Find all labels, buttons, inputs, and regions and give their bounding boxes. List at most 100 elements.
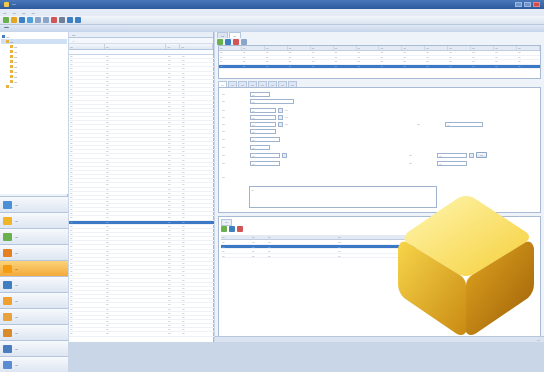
table-row[interactable]: — — — —: [69, 332, 214, 337]
column-header[interactable]: —: [517, 46, 540, 50]
column-header[interactable]: —: [402, 46, 426, 50]
field-input[interactable]: —: [250, 91, 270, 97]
app-window: — — — — — — — — — — — — — — — — — — — — — — — — — — — — — — — — —…: [0, 0, 544, 372]
column-header[interactable]: —: [265, 46, 288, 50]
help-icon[interactable]: [75, 17, 81, 23]
table-cell: —: [182, 307, 185, 311]
field-input[interactable]: —: [250, 98, 294, 104]
history-tab[interactable]: —: [221, 219, 232, 226]
delete-icon[interactable]: [237, 226, 243, 232]
column-header[interactable]: —: [288, 46, 311, 50]
form-row-3: — — —: [222, 107, 288, 113]
delete-record-icon[interactable]: [233, 38, 239, 45]
tree-item-label: —: [10, 84, 14, 89]
lookup-button[interactable]: [278, 121, 283, 127]
table-cell: —: [168, 92, 171, 96]
table-cell: —: [168, 303, 171, 307]
column-header[interactable]: —: [242, 46, 265, 50]
refresh-record-icon[interactable]: [241, 38, 247, 45]
field-input[interactable]: —: [250, 114, 276, 120]
table-cell: —: [182, 212, 185, 216]
nav-button[interactable]: —: [0, 196, 68, 212]
add-icon[interactable]: [221, 226, 227, 232]
table-cell: —: [182, 55, 185, 58]
table-cell: —: [168, 83, 171, 87]
nav-button[interactable]: —: [0, 244, 68, 260]
detail-tab[interactable]: —: [217, 32, 229, 38]
lookup-button[interactable]: [278, 107, 283, 113]
field-input[interactable]: —: [250, 136, 280, 142]
table-cell: —: [106, 253, 109, 257]
column-header[interactable]: —: [379, 46, 403, 50]
column-header[interactable]: —: [494, 46, 517, 50]
nav-button[interactable]: —: [0, 292, 68, 308]
calendar-icon[interactable]: [469, 152, 474, 158]
field-input[interactable]: —: [437, 160, 467, 166]
column-header[interactable]: —: [311, 46, 334, 50]
column-header[interactable]: —: [357, 46, 380, 50]
column-header[interactable]: —: [425, 46, 449, 50]
table-cell: —: [70, 320, 73, 323]
date-input[interactable]: —: [250, 152, 280, 158]
nav-button[interactable]: —: [0, 356, 68, 372]
field-input[interactable]: —: [250, 107, 276, 113]
table-cell: —: [70, 92, 73, 96]
save-record-icon[interactable]: [225, 38, 231, 45]
detail-tab[interactable]: —: [229, 32, 241, 38]
nav-button[interactable]: —: [0, 308, 68, 324]
table-cell: —: [182, 332, 185, 336]
form-row-notes: —: [222, 174, 248, 180]
menu-item[interactable]: —: [32, 11, 36, 15]
column-header[interactable]: —: [448, 46, 472, 50]
paste-icon[interactable]: [43, 17, 49, 23]
column-header[interactable]: —: [267, 235, 337, 239]
nav-button[interactable]: —: [0, 324, 68, 340]
table-cell: —: [168, 170, 171, 174]
menu-item[interactable]: —: [13, 11, 17, 15]
nav-button[interactable]: —: [0, 340, 68, 356]
field-input[interactable]: —: [250, 144, 270, 150]
table-cell: —: [182, 274, 185, 278]
minimize-button[interactable]: [515, 2, 522, 7]
table-cell: —: [106, 262, 109, 266]
field-input[interactable]: —: [250, 121, 276, 127]
column-header[interactable]: —: [221, 235, 251, 239]
column-header[interactable]: —: [471, 46, 495, 50]
refresh-icon[interactable]: [27, 17, 33, 23]
nav-button[interactable]: —: [0, 260, 68, 276]
grid-row[interactable]: — — — — — — — — — — — — — —: [219, 64, 540, 69]
close-button[interactable]: [533, 2, 540, 7]
menu-item[interactable]: —: [22, 11, 26, 15]
field-input[interactable]: —: [250, 128, 276, 134]
tree-item[interactable]: —: [1, 84, 67, 89]
nav-button[interactable]: —: [0, 276, 68, 292]
action-button[interactable]: —: [476, 152, 487, 158]
new-record-icon[interactable]: [217, 38, 223, 45]
column-header[interactable]: —: [166, 44, 181, 49]
date-input[interactable]: —: [437, 152, 467, 158]
lookup-button[interactable]: [278, 114, 283, 120]
field-input[interactable]: —: [250, 160, 280, 166]
column-header[interactable]: —: [334, 46, 357, 50]
edit-icon[interactable]: [229, 226, 235, 232]
print-icon[interactable]: [59, 17, 65, 23]
search-icon[interactable]: [67, 17, 73, 23]
field-input[interactable]: —: [445, 121, 483, 127]
column-header[interactable]: —: [219, 46, 242, 50]
calendar-icon[interactable]: [282, 152, 287, 158]
column-header[interactable]: —: [69, 44, 105, 49]
nav-button[interactable]: —: [0, 212, 68, 228]
column-header[interactable]: —: [251, 235, 267, 239]
module-icon: [3, 344, 12, 353]
delete-icon[interactable]: [51, 17, 57, 23]
menu-item[interactable]: —: [3, 11, 7, 15]
new-icon[interactable]: [3, 17, 9, 23]
copy-icon[interactable]: [35, 17, 41, 23]
maximize-button[interactable]: [524, 2, 531, 7]
column-header[interactable]: —: [180, 44, 213, 49]
column-header[interactable]: —: [105, 44, 167, 49]
open-icon[interactable]: [11, 17, 17, 23]
save-icon[interactable]: [19, 17, 25, 23]
table-cell: —: [168, 212, 171, 216]
nav-button[interactable]: —: [0, 228, 68, 244]
